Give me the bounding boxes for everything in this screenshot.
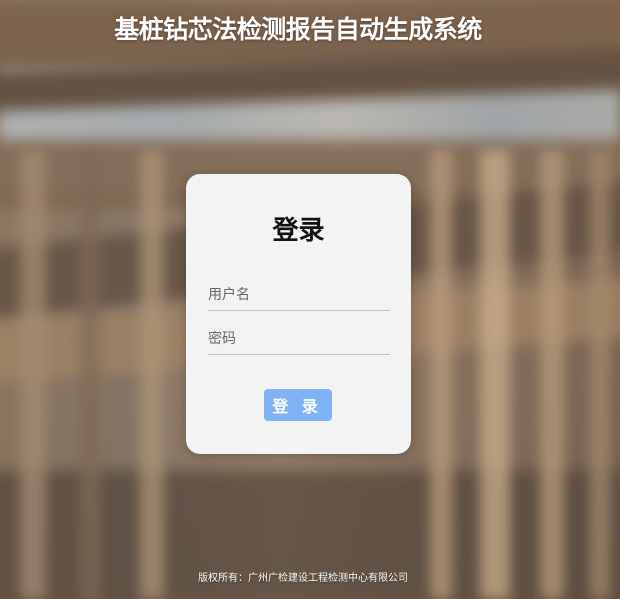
username-input[interactable] — [208, 280, 390, 311]
login-button[interactable]: 登 录 — [264, 389, 332, 421]
password-input[interactable] — [208, 324, 390, 355]
login-card: 登录 登 录 — [186, 174, 411, 454]
page-title: 基桩钻芯法检测报告自动生成系统 — [114, 15, 482, 44]
login-heading: 登录 — [272, 216, 325, 246]
copyright-footer: 版权所有：广州广检建设工程检测中心有限公司 — [198, 573, 408, 584]
